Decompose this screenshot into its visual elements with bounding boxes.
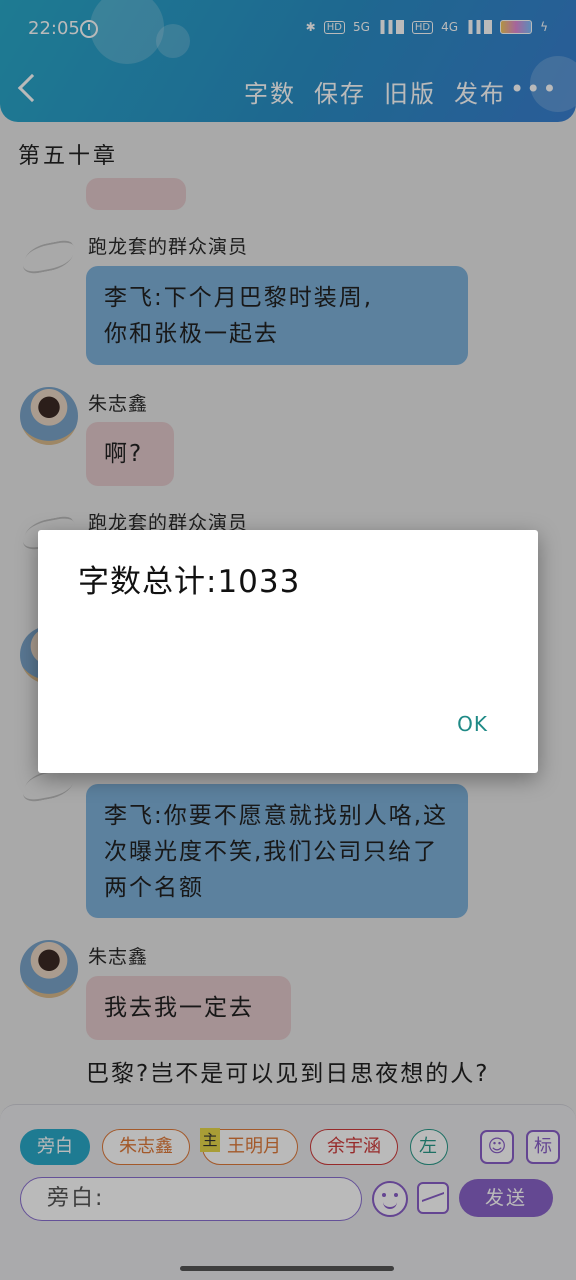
word-count-dialog: 字数总计:1033 OK: [38, 530, 538, 773]
dialog-message: 字数总计:1033: [78, 564, 301, 600]
ok-button[interactable]: OK: [457, 712, 488, 736]
